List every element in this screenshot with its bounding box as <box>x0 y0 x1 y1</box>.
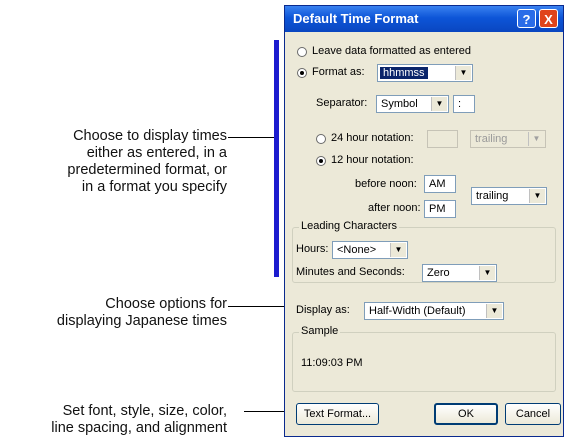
separator-symbol-value: : <box>458 98 462 110</box>
ok-button[interactable]: OK <box>434 403 498 425</box>
hours-select[interactable]: <None> ▼ <box>332 241 408 259</box>
before-noon-label: before noon: <box>355 178 417 190</box>
sample-label: Sample <box>299 325 341 337</box>
callout-leader-line <box>228 306 290 307</box>
notation-24-radio[interactable] <box>316 134 326 144</box>
notation-24-field[interactable] <box>427 130 458 148</box>
notation-12-radio[interactable] <box>316 156 326 166</box>
leave-formatted-radio[interactable] <box>297 47 307 57</box>
notation-12-position-select[interactable]: trailing ▼ <box>471 187 547 205</box>
hours-label: Hours: <box>296 243 329 255</box>
after-noon-field[interactable]: PM <box>424 200 456 218</box>
after-noon-value: PM <box>429 203 446 215</box>
notation-24-label: 24 hour notation: <box>331 132 414 144</box>
notation-24-position-select[interactable]: trailing ▼ <box>470 130 546 148</box>
chevron-down-icon: ▼ <box>486 304 502 318</box>
format-as-select[interactable]: hhmmss ▼ <box>377 64 473 82</box>
format-as-radio[interactable] <box>297 68 307 78</box>
minutes-seconds-value: Zero <box>427 267 450 279</box>
leading-characters-label: Leading Characters <box>299 220 400 232</box>
chevron-down-icon: ▼ <box>529 189 545 203</box>
accent-bar <box>274 40 279 277</box>
chevron-down-icon: ▼ <box>528 132 544 146</box>
format-as-value: hhmmss <box>380 67 428 79</box>
chevron-down-icon: ▼ <box>455 66 471 80</box>
display-as-value: Half-Width (Default) <box>369 305 466 317</box>
hours-value: <None> <box>337 244 377 256</box>
cancel-button[interactable]: Cancel <box>505 403 561 425</box>
chevron-down-icon: ▼ <box>431 97 447 111</box>
leave-formatted-label: Leave data formatted as entered <box>312 45 471 57</box>
callout-line: Set font, style, size, color, <box>62 403 227 419</box>
display-as-label: Display as: <box>296 304 350 316</box>
notation-24-position-value: trailing <box>475 133 508 145</box>
callout-line: either as entered, in a <box>86 145 227 161</box>
callout-time-display: Choose to display times either as entere… <box>67 128 227 196</box>
before-noon-value: AM <box>429 178 446 190</box>
text-format-button[interactable]: Text Format... <box>296 403 379 425</box>
default-time-format-dialog: Default Time Format ? X Leave data forma… <box>284 5 564 437</box>
chevron-down-icon: ▼ <box>390 243 406 257</box>
separator-select[interactable]: Symbol ▼ <box>376 95 449 113</box>
callout-japanese: Choose options for displaying Japanese t… <box>57 296 227 330</box>
display-as-select[interactable]: Half-Width (Default) ▼ <box>364 302 504 320</box>
close-button[interactable]: X <box>539 9 558 28</box>
separator-value: Symbol <box>381 98 418 110</box>
callout-leader-line <box>228 137 274 138</box>
callout-line: line spacing, and alignment <box>51 420 227 436</box>
callout-line: in a format you specify <box>81 179 227 195</box>
dialog-title: Default Time Format <box>293 11 419 26</box>
before-noon-field[interactable]: AM <box>424 175 456 193</box>
chevron-down-icon: ▼ <box>479 266 495 280</box>
format-as-label: Format as: <box>312 66 365 78</box>
callout-line: Choose options for <box>105 296 227 312</box>
callout-line: predetermined format, or <box>67 162 227 178</box>
notation-12-label: 12 hour notation: <box>331 154 414 166</box>
after-noon-label: after noon: <box>368 202 421 214</box>
callout-text-format: Set font, style, size, color, line spaci… <box>51 403 227 437</box>
sample-value: 11:09:03 PM <box>301 357 363 369</box>
minutes-seconds-select[interactable]: Zero ▼ <box>422 264 497 282</box>
separator-label: Separator: <box>316 97 368 109</box>
title-bar: Default Time Format ? X <box>285 6 563 32</box>
minutes-seconds-label: Minutes and Seconds: <box>296 266 405 278</box>
callout-line: displaying Japanese times <box>56 313 227 329</box>
help-button[interactable]: ? <box>517 9 536 28</box>
separator-symbol-field[interactable]: : <box>453 95 475 113</box>
notation-12-position-value: trailing <box>476 190 509 202</box>
callout-line: Choose to display times <box>73 128 227 144</box>
